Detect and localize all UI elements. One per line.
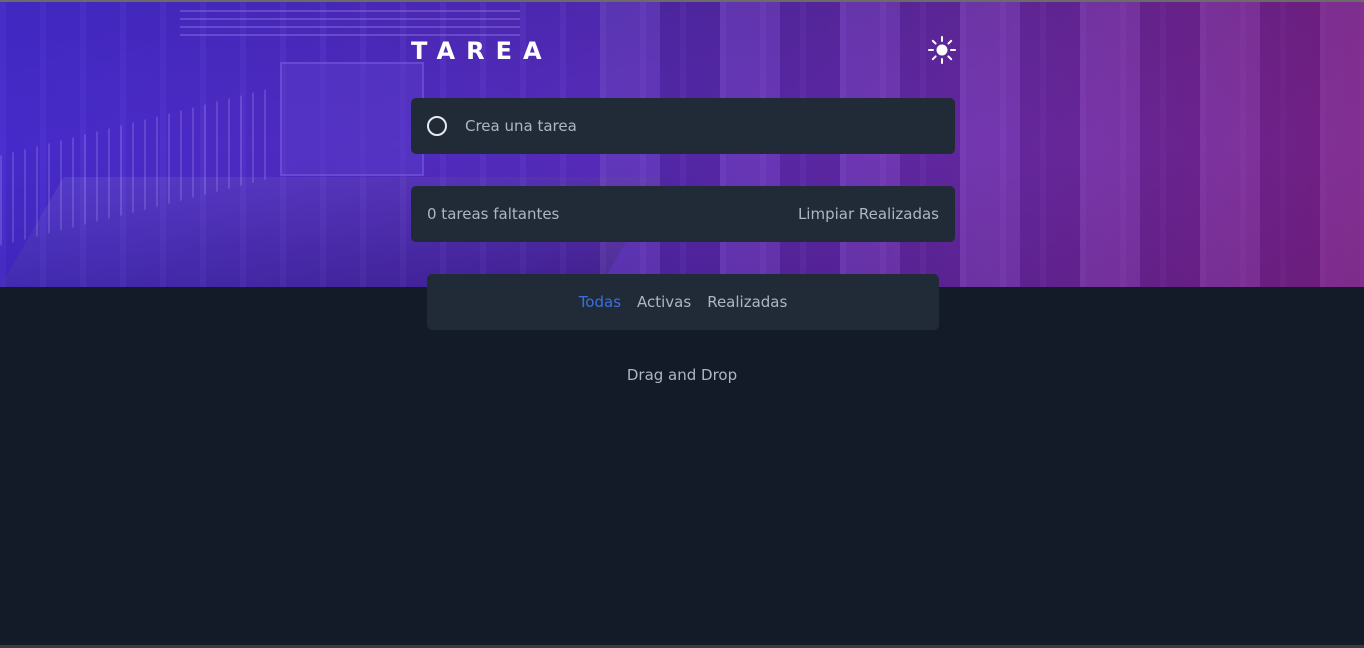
sun-icon	[928, 36, 956, 64]
drag-and-drop-hint: Drag and Drop	[626, 366, 738, 384]
new-task-input[interactable]	[463, 105, 955, 147]
remaining-tasks-count: 0 tareas faltantes	[427, 205, 560, 223]
theme-toggle-button[interactable]	[926, 34, 958, 66]
filter-bar: Todas Activas Realizadas	[427, 274, 939, 330]
clear-completed-button[interactable]: Limpiar Realizadas	[798, 205, 939, 223]
app-title: TAREA	[411, 37, 553, 65]
filter-completed[interactable]: Realizadas	[707, 293, 787, 311]
new-task-card	[411, 98, 955, 154]
filter-active[interactable]: Activas	[637, 293, 691, 311]
summary-card: 0 tareas faltantes Limpiar Realizadas	[411, 186, 955, 242]
filter-all[interactable]: Todas	[579, 293, 621, 311]
task-check-circle-icon[interactable]	[427, 116, 447, 136]
hero-doorway	[280, 62, 424, 176]
